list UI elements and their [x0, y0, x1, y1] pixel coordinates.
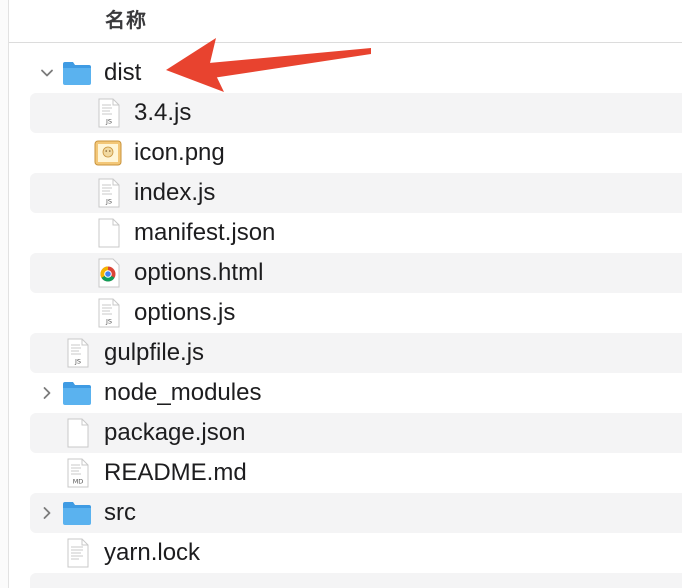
chevron-right-icon[interactable]	[38, 373, 56, 413]
file-name: src	[104, 499, 136, 526]
file-name: options.html	[134, 259, 264, 286]
folder-icon	[62, 378, 92, 408]
file-name: gulpfile.js	[104, 339, 205, 366]
file-row-yarn-lock[interactable]: yarn.lock	[30, 533, 682, 573]
js-file-icon: JS	[93, 298, 123, 328]
file-name: options.js	[134, 299, 236, 326]
svg-text:JS: JS	[105, 118, 112, 126]
folder-icon	[62, 58, 92, 88]
folder-icon	[62, 498, 92, 528]
sidebar-edge	[0, 0, 9, 588]
file-row-src[interactable]: src	[30, 493, 682, 533]
file-name: icon.png	[134, 139, 225, 166]
file-row-node-modules[interactable]: node_modules	[30, 373, 682, 413]
md-file-icon: MD	[62, 458, 92, 488]
chevron-down-icon[interactable]	[38, 53, 56, 93]
file-name: 3.4.js	[134, 99, 192, 126]
js-file-icon: JS	[93, 98, 123, 128]
file-name: yarn.lock	[104, 539, 201, 566]
svg-text:JS: JS	[105, 198, 112, 206]
file-row-readme-md[interactable]: MD README.md	[30, 453, 682, 493]
file-row-icon-png[interactable]: icon.png	[30, 133, 682, 173]
chevron-right-icon[interactable]	[38, 493, 56, 533]
svg-text:JS: JS	[105, 318, 112, 326]
file-row-manifest-json[interactable]: manifest.json	[30, 213, 682, 253]
file-row-options-js[interactable]: JS options.js	[30, 293, 682, 333]
file-row-package-json[interactable]: package.json	[30, 413, 682, 453]
js-file-icon: JS	[93, 178, 123, 208]
json-file-icon	[93, 218, 123, 248]
name-column-label: 名称	[105, 10, 147, 32]
file-name: dist	[104, 59, 142, 86]
list-row-partial	[30, 573, 682, 588]
annotation-arrow	[166, 38, 371, 92]
svg-text:JS: JS	[74, 358, 81, 366]
file-list: dist JS 3.4.js icon.png JS index.js manifest.j…	[30, 53, 682, 573]
file-row-gulpfile-js[interactable]: JS gulpfile.js	[30, 333, 682, 373]
file-row-index-js[interactable]: JS index.js	[30, 173, 682, 213]
js-file-icon: JS	[62, 338, 92, 368]
file-name: manifest.json	[134, 219, 276, 246]
json-file-icon	[62, 418, 92, 448]
svg-text:MD: MD	[73, 478, 84, 486]
file-name: README.md	[104, 459, 247, 486]
file-row-options-html[interactable]: options.html	[30, 253, 682, 293]
chrome-html-icon	[93, 258, 123, 288]
file-name: package.json	[104, 419, 246, 446]
file-name: index.js	[134, 179, 216, 206]
text-file-icon	[62, 538, 92, 568]
png-image-icon	[93, 138, 123, 168]
file-name: node_modules	[104, 379, 262, 406]
